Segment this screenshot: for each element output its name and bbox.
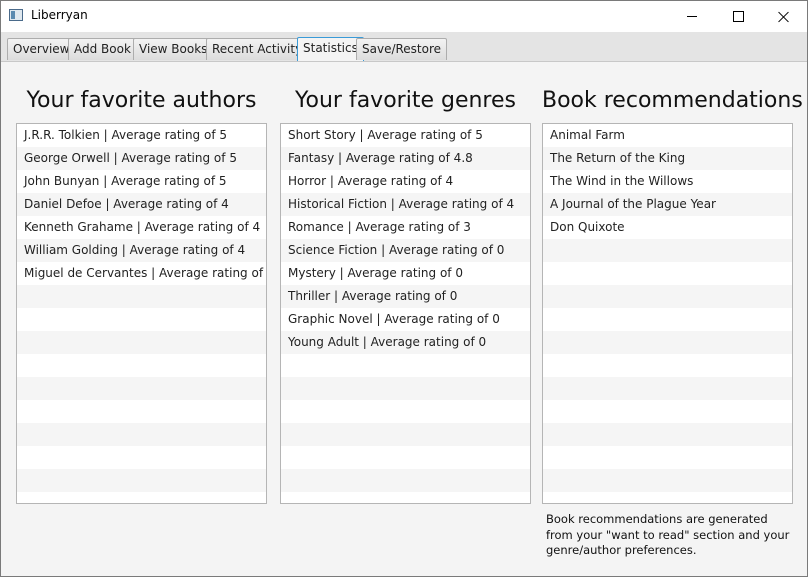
window-title: Liberryan: [31, 8, 88, 22]
empty-list-row: [543, 285, 792, 308]
maximize-button[interactable]: [715, 1, 761, 32]
empty-list-row: [17, 469, 266, 492]
empty-list-row: [543, 469, 792, 492]
close-button[interactable]: [761, 1, 807, 32]
tab-save-restore[interactable]: Save/Restore: [356, 38, 448, 60]
empty-list-row: [543, 308, 792, 331]
empty-list-row: [281, 377, 530, 400]
list-item[interactable]: Horror | Average rating of 4: [281, 170, 530, 193]
list-item[interactable]: George Orwell | Average rating of 5: [17, 147, 266, 170]
list-item[interactable]: Kenneth Grahame | Average rating of 4: [17, 216, 266, 239]
list-item[interactable]: J.R.R. Tolkien | Average rating of 5: [17, 124, 266, 147]
list-item[interactable]: The Wind in the Willows: [543, 170, 792, 193]
empty-list-row: [17, 400, 266, 423]
empty-list-row: [543, 354, 792, 377]
list-item[interactable]: Short Story | Average rating of 5: [281, 124, 530, 147]
empty-list-row: [17, 354, 266, 377]
list-item[interactable]: A Journal of the Plague Year: [543, 193, 792, 216]
tab-recent-activity[interactable]: Recent Activity: [206, 38, 309, 60]
list-item[interactable]: Romance | Average rating of 3: [281, 216, 530, 239]
favorite-genres-list[interactable]: Short Story | Average rating of 5 Fantasy…: [280, 123, 531, 504]
close-icon: [778, 11, 790, 23]
list-item[interactable]: Don Quixote: [543, 216, 792, 239]
minimize-button[interactable]: [669, 1, 715, 32]
list-item[interactable]: Mystery | Average rating of 0: [281, 262, 530, 285]
book-recommendations-heading: Book recommendations: [542, 88, 803, 113]
book-recommendations-list[interactable]: Animal Farm The Return of the King The Win…: [542, 123, 793, 504]
minimize-icon: [687, 16, 697, 17]
empty-list-row: [543, 400, 792, 423]
empty-list-row: [17, 446, 266, 469]
empty-list-row: [281, 492, 530, 503]
list-item[interactable]: Thriller | Average rating of 0: [281, 285, 530, 308]
empty-list-row: [17, 331, 266, 354]
list-item[interactable]: Historical Fiction | Average rating of 4: [281, 193, 530, 216]
tab-bar: Overview Add Book View Books Recent Acti…: [1, 32, 807, 62]
empty-list-row: [281, 354, 530, 377]
empty-list-row: [17, 285, 266, 308]
tab-view-books[interactable]: View Books: [133, 38, 214, 60]
empty-list-row: [281, 400, 530, 423]
list-item[interactable]: William Golding | Average rating of 4: [17, 239, 266, 262]
empty-list-row: [17, 308, 266, 331]
favorite-genres-heading: Your favorite genres: [295, 88, 516, 113]
favorite-authors-list[interactable]: J.R.R. Tolkien | Average rating of 5 Geor…: [16, 123, 267, 504]
list-item[interactable]: Daniel Defoe | Average rating of 4: [17, 193, 266, 216]
list-item[interactable]: Science Fiction | Average rating of 0: [281, 239, 530, 262]
empty-list-row: [543, 377, 792, 400]
empty-list-row: [281, 469, 530, 492]
empty-list-row: [17, 377, 266, 400]
app-window: Liberryan Overview Add Book View Books R…: [0, 0, 808, 577]
list-item[interactable]: John Bunyan | Average rating of 5: [17, 170, 266, 193]
empty-list-row: [543, 239, 792, 262]
list-item[interactable]: Miguel de Cervantes | Average rating of …: [17, 262, 266, 285]
tab-overview[interactable]: Overview: [7, 38, 76, 60]
list-item[interactable]: Animal Farm: [543, 124, 792, 147]
tab-statistics[interactable]: Statistics: [297, 37, 364, 61]
empty-list-row: [543, 492, 792, 503]
empty-list-row: [17, 492, 266, 503]
recommendations-note: Book recommendations are generated from …: [546, 512, 790, 557]
favorite-authors-heading: Your favorite authors: [26, 88, 257, 113]
list-item[interactable]: Fantasy | Average rating of 4.8: [281, 147, 530, 170]
empty-list-row: [281, 423, 530, 446]
empty-list-row: [543, 446, 792, 469]
empty-list-row: [17, 423, 266, 446]
maximize-icon: [732, 11, 744, 22]
empty-list-row: [543, 423, 792, 446]
list-item[interactable]: Young Adult | Average rating of 0: [281, 331, 530, 354]
list-item[interactable]: The Return of the King: [543, 147, 792, 170]
empty-list-row: [543, 262, 792, 285]
list-item[interactable]: Graphic Novel | Average rating of 0: [281, 308, 530, 331]
empty-list-row: [281, 446, 530, 469]
empty-list-row: [543, 331, 792, 354]
tab-add-book[interactable]: Add Book: [68, 38, 137, 60]
app-icon: [9, 9, 23, 21]
title-bar: Liberryan: [1, 1, 807, 32]
